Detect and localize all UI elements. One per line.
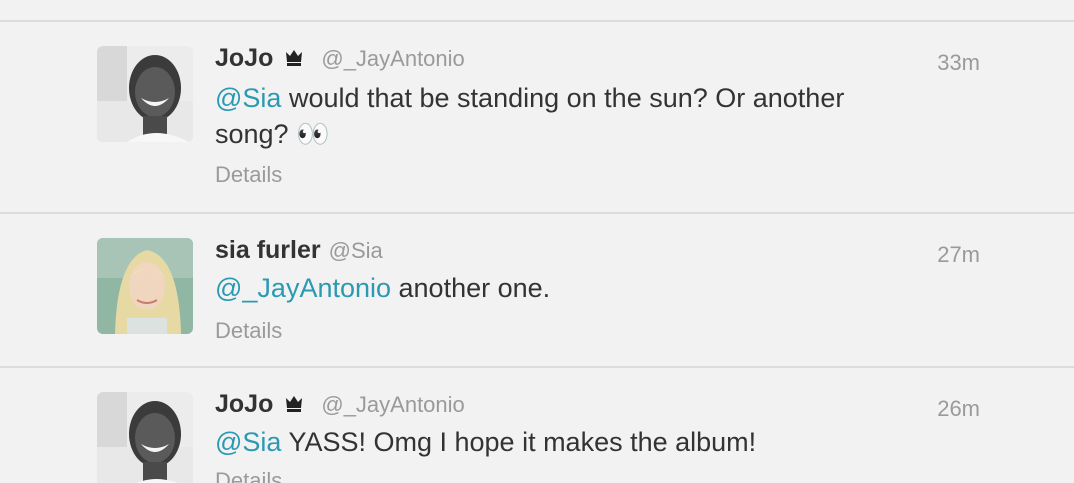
user-handle[interactable]: @_JayAntonio — [321, 392, 464, 418]
avatar[interactable] — [97, 392, 193, 483]
tweet-text-line: would that be standing on the sun? Or an… — [281, 83, 845, 113]
tweet-timestamp[interactable]: 27m — [937, 242, 980, 268]
user-fullname[interactable]: sia furler — [215, 236, 321, 265]
tweet-timestamp[interactable]: 33m — [937, 50, 980, 76]
details-link[interactable]: Details — [215, 468, 282, 483]
tweet-item[interactable]: JoJo @_JayAntonio 33m @Sia would that be… — [0, 22, 1074, 212]
avatar[interactable] — [97, 238, 193, 334]
tweet-text-line: song? 👀 — [215, 119, 330, 149]
avatar[interactable] — [97, 46, 193, 142]
user-fullname[interactable]: JoJo — [215, 44, 273, 73]
tweet-text: @_JayAntonio another one. — [215, 270, 905, 306]
tweet-text: @Sia would that be standing on the sun? … — [215, 80, 905, 152]
tweet-header: sia furler @Sia — [215, 236, 383, 266]
user-handle[interactable]: @Sia — [329, 238, 383, 264]
tweet-text-line: another one. — [391, 273, 551, 303]
tweet-text: @Sia YASS! Omg I hope it makes the album… — [215, 424, 905, 460]
tweet-header: JoJo @_JayAntonio — [215, 390, 465, 420]
details-link[interactable]: Details — [215, 162, 282, 188]
tweet-header: JoJo @_JayAntonio — [215, 44, 465, 74]
mention-link[interactable]: @Sia — [215, 83, 281, 113]
tweet-item[interactable]: JoJo @_JayAntonio 26m @Sia YASS! Omg I h… — [0, 368, 1074, 483]
user-handle[interactable]: @_JayAntonio — [321, 46, 464, 72]
user-fullname[interactable]: JoJo — [215, 390, 273, 419]
tweet-text-line: YASS! Omg I hope it makes the album! — [281, 427, 757, 457]
crown-icon — [283, 46, 305, 68]
tweet-timestamp[interactable]: 26m — [937, 396, 980, 422]
details-link[interactable]: Details — [215, 318, 282, 344]
tweet-item[interactable]: sia furler @Sia 27m @_JayAntonio another… — [0, 214, 1074, 366]
mention-link[interactable]: @Sia — [215, 427, 281, 457]
mention-link[interactable]: @_JayAntonio — [215, 273, 391, 303]
tweet-timeline: JoJo @_JayAntonio 33m @Sia would that be… — [0, 0, 1074, 483]
crown-icon — [283, 392, 305, 414]
